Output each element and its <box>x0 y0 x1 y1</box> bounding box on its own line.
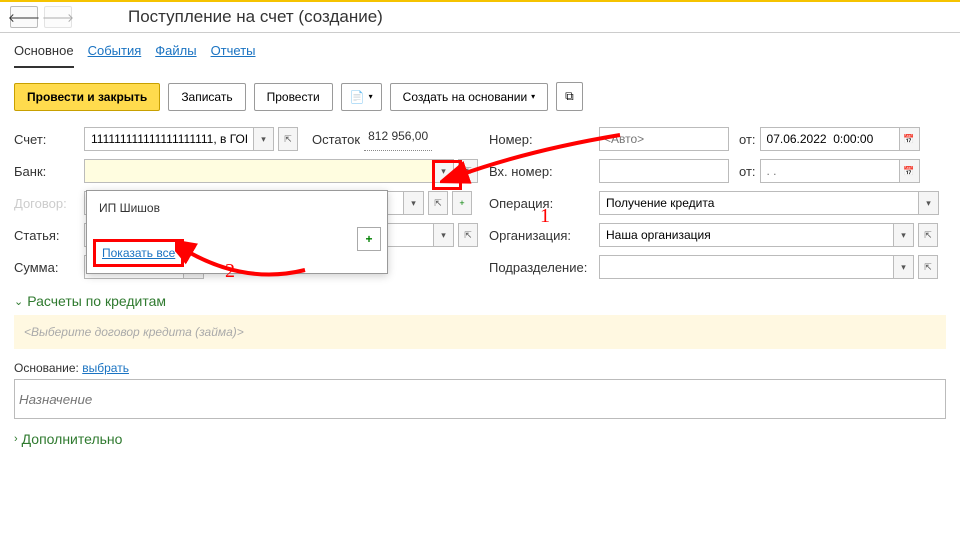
bank-open-button[interactable]: ⇱ <box>458 159 478 183</box>
dropdown-show-all[interactable]: Показать все <box>93 239 184 267</box>
toolbar: Провести и закрыть Записать Провести 📄▾ … <box>0 68 960 119</box>
number-input[interactable] <box>599 127 729 151</box>
balance-value: 812 956,00 <box>364 127 432 151</box>
save-button[interactable]: Записать <box>168 83 245 111</box>
from-label-2: от: <box>739 164 756 179</box>
bank-dropdown-popup: + ИП Шишов Показать все <box>86 190 388 274</box>
tab-events[interactable]: События <box>88 43 142 68</box>
bank-dropdown[interactable]: ▾ <box>433 160 453 182</box>
tab-reports[interactable]: Отчеты <box>211 43 256 68</box>
contract-label: Договор: <box>14 196 84 211</box>
date-input[interactable] <box>761 128 899 150</box>
purpose-input[interactable] <box>14 379 946 419</box>
org-label: Организация: <box>489 228 599 243</box>
tabs: Основное События Файлы Отчеты <box>0 33 960 68</box>
tab-files[interactable]: Файлы <box>155 43 196 68</box>
in-number-label: Вх. номер: <box>489 164 599 179</box>
balance-label: Остаток <box>312 132 360 147</box>
account-dropdown[interactable]: ▾ <box>253 128 273 150</box>
org-open-button[interactable]: ⇱ <box>918 223 938 247</box>
chevron-right-icon: › <box>14 433 18 445</box>
division-dropdown[interactable]: ▾ <box>893 256 913 278</box>
account-open-button[interactable]: ⇱ <box>278 127 298 151</box>
back-button[interactable]: 🡐 <box>10 6 38 28</box>
tab-main[interactable]: Основное <box>14 43 74 68</box>
contract-add-button[interactable]: + <box>452 191 472 215</box>
extra-section-toggle[interactable]: › Дополнительно <box>14 431 946 447</box>
sum-label: Сумма: <box>14 260 84 275</box>
operation-dropdown[interactable]: ▾ <box>918 192 938 214</box>
basis-label: Основание: <box>14 361 79 375</box>
division-open-button[interactable]: ⇱ <box>918 255 938 279</box>
operation-input[interactable] <box>600 192 918 214</box>
article-open-button[interactable]: ⇱ <box>458 223 478 247</box>
basis-choose-link[interactable]: выбрать <box>82 361 129 375</box>
contract-open-button[interactable]: ⇱ <box>428 191 448 215</box>
org-dropdown[interactable]: ▾ <box>893 224 913 246</box>
division-label: Подразделение: <box>489 260 599 275</box>
date-picker-button[interactable]: 📅 <box>899 128 919 150</box>
credits-section-toggle[interactable]: ⌄ Расчеты по кредитам <box>14 293 946 309</box>
number-label: Номер: <box>489 132 599 147</box>
post-and-close-button[interactable]: Провести и закрыть <box>14 83 160 111</box>
post-button[interactable]: Провести <box>254 83 333 111</box>
in-number-input[interactable] <box>599 159 729 183</box>
page-title: Поступление на счет (создание) <box>128 7 383 27</box>
contract-dropdown[interactable]: ▾ <box>403 192 423 214</box>
org-input[interactable] <box>600 224 893 246</box>
account-input[interactable] <box>85 128 253 150</box>
dropdown-add-button[interactable]: + <box>357 227 381 251</box>
article-dropdown[interactable]: ▾ <box>433 224 453 246</box>
bank-input[interactable] <box>85 160 433 182</box>
from-label-1: от: <box>739 132 756 147</box>
credit-placeholder[interactable]: <Выберите договор кредита (займа)> <box>14 315 946 349</box>
date2-picker-button[interactable]: 📅 <box>899 160 919 182</box>
article-label: Статья: <box>14 228 84 243</box>
division-input[interactable] <box>600 256 893 278</box>
create-based-button[interactable]: Создать на основании ▾ <box>390 83 549 111</box>
report-button[interactable]: 📄▾ <box>341 83 382 111</box>
dropdown-item[interactable]: ИП Шишов <box>93 197 381 219</box>
forward-button[interactable]: 🡒 <box>44 6 72 28</box>
date2-input[interactable] <box>761 160 899 182</box>
account-label: Счет: <box>14 132 84 147</box>
bank-label: Банк: <box>14 164 84 179</box>
structure-button[interactable]: ⧉ <box>556 82 583 111</box>
chevron-down-icon: ⌄ <box>14 295 23 308</box>
operation-label: Операция: <box>489 196 599 211</box>
